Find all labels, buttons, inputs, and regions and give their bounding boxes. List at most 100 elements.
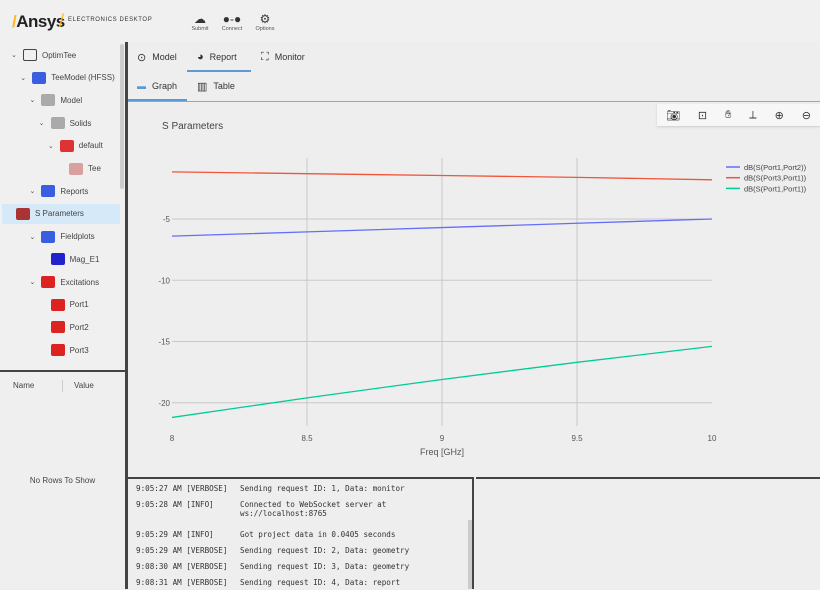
submit-label: Submit bbox=[191, 26, 209, 32]
excitations-icon bbox=[41, 276, 56, 288]
gear-icon: ⚙ bbox=[259, 12, 271, 26]
log-entry: 9:05:27 AM [VERBOSE] Sending request ID: … bbox=[128, 481, 472, 497]
tree-item[interactable]: ⌄ Fieldplots bbox=[27, 227, 95, 247]
active-subtab-indicator bbox=[128, 99, 187, 101]
ansys-logo: /Ansys bbox=[12, 12, 65, 31]
tab-label: Model bbox=[152, 52, 177, 62]
chevron-down-icon[interactable]: ⌄ bbox=[18, 74, 28, 82]
hfss-icon bbox=[32, 71, 47, 84]
tree-item-label: Excitations bbox=[60, 277, 100, 287]
tree-item[interactable]: Port2 bbox=[37, 317, 89, 337]
tab-model[interactable]: ⊙ Model bbox=[137, 43, 177, 71]
tree-item[interactable]: ⌄ Solids bbox=[37, 113, 92, 133]
tree-item[interactable]: ⌄ default bbox=[46, 136, 103, 156]
y-tick-label: -15 bbox=[158, 338, 170, 347]
chevron-down-icon[interactable]: ⌄ bbox=[9, 51, 19, 59]
material-icon bbox=[59, 139, 74, 152]
pie-chart-icon: ◕ bbox=[197, 51, 204, 63]
zoom-out-icon[interactable]: ⊖ bbox=[802, 109, 811, 122]
chevron-down-icon[interactable]: ⌄ bbox=[27, 278, 37, 286]
connect-icon: ●-● bbox=[222, 12, 242, 26]
project-tree: ⌄ OptimTee ⌄ TeeModel (HFSS) ⌄ Model ⌄ Solids ⌄ d… bbox=[0, 42, 125, 370]
tab-label: Table bbox=[213, 81, 235, 91]
cloud-icon: ☁ bbox=[194, 12, 206, 26]
connect-label: Connect bbox=[221, 26, 243, 32]
tree-item-label: S Parameters bbox=[35, 209, 84, 219]
chevron-down-icon[interactable]: ⌄ bbox=[37, 119, 47, 127]
x-tick-label: 10 bbox=[708, 434, 717, 443]
tree-item-label: Solids bbox=[69, 118, 92, 128]
log-time: 9:05:29 AM [VERBOSE] bbox=[136, 545, 228, 555]
s-parameters-chart[interactable]: 8 8.5 9 9.5 10 -5 -10 -15 -20 Freq [GHz] dB(S(Port… bbox=[128, 130, 820, 460]
tree-item[interactable]: ⌄ TeeModel (HFSS) bbox=[18, 68, 115, 88]
log-scrollbar[interactable] bbox=[468, 520, 472, 589]
tab-monitor[interactable]: ⛶ Monitor bbox=[261, 43, 305, 71]
log-time: 9:05:27 AM [VERBOSE] bbox=[136, 484, 228, 494]
log-message: Sending request ID: 2, Data: geometry bbox=[240, 545, 410, 555]
column-header-value[interactable]: Value bbox=[74, 381, 94, 390]
chevron-down-icon[interactable]: ⌄ bbox=[27, 187, 37, 195]
x-tick-label: 8.5 bbox=[301, 434, 313, 443]
log-entry: 9:05:29 AM [VERBOSE] Sending request ID: … bbox=[128, 543, 472, 559]
chevron-down-icon[interactable]: ⌄ bbox=[46, 142, 56, 150]
tab-report[interactable]: ◕ Report bbox=[197, 43, 237, 71]
report-plot-icon bbox=[16, 207, 30, 220]
report-subtabs: ▬ Graph ▥ Table bbox=[128, 72, 820, 102]
axes-reset-icon[interactable]: ⟂ bbox=[749, 109, 756, 122]
column-header-name[interactable]: Name bbox=[13, 381, 34, 390]
tree-item[interactable]: ⌄ Model bbox=[27, 90, 82, 110]
tree-item[interactable]: Tee bbox=[55, 159, 101, 179]
properties-panel: Name Value No Rows To Show bbox=[0, 372, 125, 589]
options-button[interactable]: ⚙ Options bbox=[247, 12, 283, 32]
column-separator[interactable] bbox=[62, 380, 63, 392]
log-message: Sending request ID: 4, Data: report bbox=[240, 577, 401, 587]
tree-item[interactable]: ⌄ Excitations bbox=[27, 272, 99, 292]
connect-button[interactable]: ●-● Connect bbox=[214, 12, 250, 32]
tree-item-label: default bbox=[78, 141, 103, 151]
tree-item-label: Model bbox=[60, 95, 83, 105]
y-tick-label: -20 bbox=[158, 399, 170, 408]
tab-label: Graph bbox=[152, 81, 178, 91]
log-panel: 9:05:27 AM [VERBOSE] Sending request ID: … bbox=[128, 477, 474, 589]
tab-table[interactable]: ▥ Table bbox=[197, 72, 235, 100]
pan-hand-icon[interactable]: ✋︎ bbox=[725, 109, 731, 122]
tab-graph[interactable]: ▬ Graph bbox=[137, 72, 177, 100]
tree-item[interactable]: S Parameters bbox=[2, 203, 120, 224]
chevron-down-icon[interactable]: ⌄ bbox=[27, 233, 37, 241]
x-tick-label: 9.5 bbox=[571, 434, 583, 443]
tree-scrollbar[interactable] bbox=[120, 44, 124, 189]
model-icon bbox=[41, 94, 56, 107]
options-label: Options bbox=[255, 26, 275, 32]
log-time: 9:08:31 AM [VERBOSE] bbox=[136, 577, 228, 587]
log-time: 9:08:30 AM [VERBOSE] bbox=[136, 561, 228, 571]
chevron-down-icon[interactable]: ⌄ bbox=[27, 96, 37, 104]
plot-toolbar: 📷︎ ⊡ ✋︎ ⟂ ⊕ ⊖ bbox=[657, 104, 820, 126]
x-tick-label: 9 bbox=[440, 434, 445, 443]
tree-item[interactable]: Mag_E1 bbox=[37, 249, 99, 269]
tree-item[interactable]: Port3 bbox=[37, 340, 89, 360]
port-icon bbox=[50, 321, 65, 334]
fullscreen-icon: ⛶ bbox=[261, 50, 269, 63]
tree-item[interactable]: Port1 bbox=[37, 295, 89, 315]
camera-icon[interactable]: 📷︎ bbox=[666, 109, 680, 122]
empty-message: No Rows To Show bbox=[29, 476, 96, 485]
tree-item[interactable]: ⌄ OptimTee bbox=[9, 45, 76, 65]
log-entry: 9:05:29 AM [INFO] Got project data in 0.0… bbox=[128, 527, 472, 543]
logo-divider: / bbox=[59, 11, 65, 31]
reports-icon bbox=[41, 185, 56, 198]
tree-item[interactable]: ⌄ Reports bbox=[27, 181, 88, 201]
graph-icon: ▬ bbox=[137, 81, 146, 91]
log-message: Sending request ID: 1, Data: monitor bbox=[240, 484, 405, 494]
autoscale-icon[interactable]: ⊡ bbox=[698, 109, 707, 122]
solids-icon bbox=[50, 117, 65, 130]
x-tick-label: 8 bbox=[170, 434, 175, 443]
log-time: 9:05:29 AM [INFO] bbox=[136, 530, 214, 540]
zoom-in-icon[interactable]: ⊕ bbox=[775, 109, 784, 122]
legend-entry: dB(S(Port1,Port2)) bbox=[744, 163, 807, 172]
tab-label: Report bbox=[209, 52, 237, 62]
tree-item-label: Port3 bbox=[69, 345, 89, 355]
tree-item-label: Reports bbox=[60, 186, 89, 196]
submit-button[interactable]: ☁ Submit bbox=[182, 12, 218, 32]
solid-box-icon bbox=[69, 162, 83, 175]
log-message: Connected to WebSocket server at ws://lo… bbox=[240, 499, 387, 518]
